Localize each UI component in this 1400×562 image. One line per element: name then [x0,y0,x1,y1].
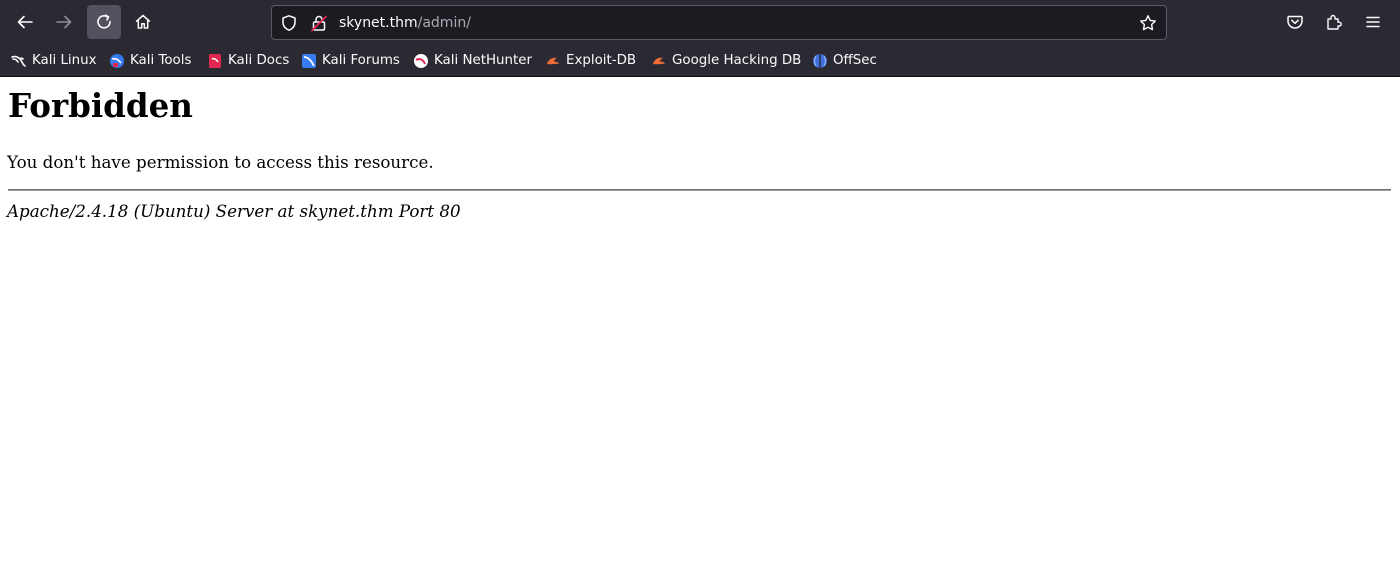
bookmark-label: Kali Docs [228,53,290,68]
bookmark-kali-docs[interactable]: Kali Docs [207,52,289,70]
url-bar[interactable]: skynet.thm/admin/ [271,5,1167,40]
reload-icon [97,14,111,29]
home-button[interactable] [126,5,160,39]
horizontal-rule [8,189,1391,191]
reload-button[interactable] [87,5,121,39]
error-message: You don't have permission to access this… [7,152,434,172]
home-icon [135,14,151,29]
bookmark-label: Google Hacking DB [672,53,802,68]
url-host: skynet.thm [339,15,418,31]
url-path: /admin/ [417,15,471,31]
kali-docs-icon [209,54,221,68]
offsec-icon [813,54,827,68]
tracking-protection-shield-icon[interactable] [280,14,298,32]
puzzle-icon [1327,14,1342,30]
server-signature: Apache/2.4.18 (Ubuntu) Server at skynet.… [7,201,461,221]
bookmark-label: Exploit-DB [566,53,637,68]
kali-tools-icon [110,54,124,68]
ghdb-icon [653,57,665,65]
bookmark-label: Kali NetHunter [434,53,532,68]
pocket-button[interactable] [1278,5,1312,39]
hamburger-menu-icon [1366,16,1380,28]
bookmark-exploit-db[interactable]: Exploit-DB [545,52,636,70]
pocket-icon [1287,15,1303,29]
arrow-right-icon [56,15,72,29]
kali-nethunter-icon [414,54,428,68]
exploit-db-icon [547,57,559,65]
browser-toolbar: skynet.thm/admin/ [0,0,1400,45]
extensions-button[interactable] [1317,5,1351,39]
page-heading: Forbidden [8,86,193,125]
bookmark-google-hacking-db[interactable]: Google Hacking DB [651,52,801,70]
forward-button[interactable] [47,5,81,39]
kali-forums-icon [302,54,316,68]
bookmark-kali-forums[interactable]: Kali Forums [301,52,400,70]
bookmark-kali-tools[interactable]: Kali Tools [109,52,191,70]
bookmark-kali-nethunter[interactable]: Kali NetHunter [413,52,532,70]
app-menu-button[interactable] [1356,5,1390,39]
bookmark-label: Kali Linux [32,53,97,68]
kali-dragon-icon [11,55,26,67]
arrow-left-icon [17,15,33,29]
bookmark-label: Kali Forums [322,53,400,68]
url-text[interactable]: skynet.thm/admin/ [339,14,471,32]
star-icon[interactable] [1139,14,1157,32]
bookmarks-toolbar: Kali Linux Kali Tools Kali Docs Kali For… [0,45,1400,77]
page-content: Forbidden You don't have permission to a… [0,77,1400,562]
bookmark-kali-linux[interactable]: Kali Linux [11,52,97,70]
bookmark-label: Kali Tools [130,53,192,68]
insecure-lock-icon[interactable] [310,14,328,32]
bookmark-label: OffSec [833,53,877,68]
back-button[interactable] [8,5,42,39]
bookmark-offsec[interactable]: OffSec [812,52,877,70]
